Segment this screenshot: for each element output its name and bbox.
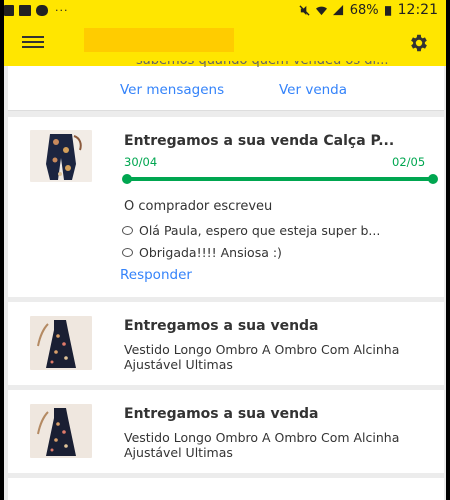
see-messages-link[interactable]: Ver mensagens xyxy=(120,82,224,98)
buyer-wrote-heading: O comprador escreveu xyxy=(124,199,273,214)
facebook-icon xyxy=(4,4,14,16)
notification-card-sale[interactable]: Entregamos a sua venda Calça P... 30/04 … xyxy=(8,117,444,297)
more-notifications-icon: ··· xyxy=(55,3,69,17)
dress-product-thumbnail xyxy=(30,316,92,370)
gear-icon[interactable] xyxy=(408,32,430,54)
start-date: 30/04 xyxy=(124,155,158,169)
pants-product-thumbnail xyxy=(30,130,92,182)
image-icon xyxy=(19,4,31,16)
signal-icon xyxy=(332,4,343,15)
sale-title: Entregamos a sua venda Calça P... xyxy=(124,133,395,149)
mute-icon xyxy=(299,4,310,16)
buyer-message: Obrigada!!!! Ansiosa :) xyxy=(122,245,436,260)
progress-end-dot xyxy=(428,174,438,184)
app-bar xyxy=(4,20,446,66)
speech-bubble-icon xyxy=(122,248,133,257)
progress-start-dot xyxy=(122,174,132,184)
dress-description: Vestido Longo Ombro A Ombro Com Alcinha … xyxy=(124,430,400,460)
battery-icon xyxy=(384,5,391,16)
reply-link[interactable]: Responder xyxy=(120,267,192,283)
hamburger-menu-icon[interactable] xyxy=(22,36,46,52)
buyer-message: Olá Paula, espero que esteja super b... xyxy=(122,223,436,238)
buyer-message-text: Olá Paula, espero que esteja super b... xyxy=(139,223,381,238)
app-frame: ··· 68% 12:21 sabemos quando quem vendeu… xyxy=(4,0,446,500)
dress-sale-title: Entregamos a sua venda xyxy=(124,318,319,334)
battery-level: 68% xyxy=(349,2,379,18)
dress-sale-title: Entregamos a sua venda xyxy=(124,406,319,422)
notification-card-partial xyxy=(8,478,444,500)
notification-card-dress[interactable]: Entregamos a sua venda Vestido Longo Omb… xyxy=(8,302,444,385)
delivery-progress-bar xyxy=(126,177,433,181)
speech-bubble-icon xyxy=(122,226,133,235)
buyer-message-text: Obrigada!!!! Ansiosa :) xyxy=(139,245,282,260)
end-date: 02/05 xyxy=(392,155,426,169)
dress-description: Vestido Longo Ombro A Ombro Com Alcinha … xyxy=(124,342,400,372)
see-sale-link[interactable]: Ver venda xyxy=(279,82,347,98)
redacted-title xyxy=(84,28,234,52)
wifi-icon xyxy=(315,6,327,15)
chat-icon xyxy=(36,4,48,16)
dress-product-thumbnail xyxy=(30,404,92,458)
clock-time: 12:21 xyxy=(397,2,438,18)
notification-card-messages: sabemos quando quem vendeu os di... Ver … xyxy=(8,61,444,111)
notification-card-dress[interactable]: Entregamos a sua venda Vestido Longo Omb… xyxy=(8,390,444,473)
status-bar: ··· 68% 12:21 xyxy=(4,0,446,20)
